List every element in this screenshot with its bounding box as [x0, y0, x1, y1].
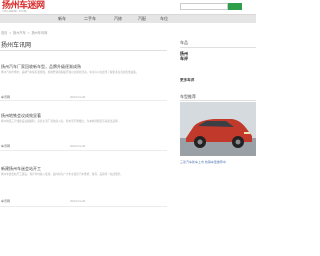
- car-caption[interactable]: 三菱汽车新车上市 热销车型推荐中: [180, 160, 256, 164]
- logo-subtitle: YZCHEMI.COM: [2, 9, 27, 13]
- article-title[interactable]: 扬州地铁会议成效显著: [1, 113, 41, 119]
- nav-item-repair[interactable]: 汽修: [114, 16, 122, 22]
- brand-logo[interactable]: 扬州 车评: [180, 51, 194, 66]
- breadcrumb: 首页 > 扬州汽车 > 扬州车讯网: [1, 30, 48, 35]
- search-input[interactable]: [180, 3, 228, 10]
- car-photo-icon: [180, 102, 256, 156]
- search-button[interactable]: [228, 3, 242, 10]
- breadcrumb-home[interactable]: 首页: [1, 31, 7, 35]
- article-title[interactable]: 新建扬州车迷会站开工: [1, 166, 41, 172]
- page-title: 扬州车讯网: [1, 43, 32, 49]
- nav-item-used-cars[interactable]: 二手车: [84, 16, 96, 22]
- brand-label[interactable]: 更多车评: [180, 78, 194, 83]
- divider: [0, 150, 167, 151]
- divider: [0, 50, 167, 51]
- article-summary: 扬州地铁三号线建设进展顺利，多家主流厂商陆续入驻，新车型不断推出，为本地消费者带…: [1, 120, 121, 123]
- article-author: 车讯网: [1, 95, 11, 99]
- nav-item-parts[interactable]: 汽配: [138, 16, 146, 22]
- list-item: 扬州地铁会议成效显著 扬州地铁三号线建设进展顺利，多家主流厂商陆续入驻，新车型不…: [0, 113, 167, 148]
- divider: [180, 100, 256, 101]
- main-nav: 新车 二手车 汽修 汽配 车位: [0, 14, 256, 23]
- sidebar-heading-products: 车品: [180, 40, 188, 45]
- breadcrumb-current[interactable]: 扬州车讯网: [31, 31, 47, 35]
- divider: [180, 47, 256, 48]
- list-item: 扬州汽车厂家回收新车型，品牌升级逐渐成熟 扬州汽车市场中，品牌汽车保有量增加，各…: [0, 64, 167, 99]
- article-author: 车讯网: [1, 199, 11, 203]
- article-date: 2023-01-20: [70, 95, 86, 99]
- car-image[interactable]: [180, 102, 256, 156]
- article-summary: 扬州汽车市场中，品牌汽车保有量增加，各地经销商积极开展以旧换新活动，车主可以在这…: [1, 71, 139, 74]
- site-header: 扬州车迷网 YZCHEMI.COM: [0, 0, 256, 14]
- list-item: 新建扬州车迷会站开工 扬州车迷会站开工建设，预计年内投入使用，届时将为广大车主提…: [0, 166, 167, 203]
- article-date: 2023-01-20: [70, 199, 86, 203]
- brand-line: 车评: [180, 55, 188, 61]
- article-title[interactable]: 扬州汽车厂家回收新车型，品牌升级逐渐成熟: [1, 64, 81, 70]
- nav-item-parking[interactable]: 车位: [160, 16, 168, 22]
- divider: [0, 206, 167, 207]
- divider: [0, 100, 167, 101]
- breadcrumb-separator: >: [9, 31, 12, 35]
- nav-item-new-cars[interactable]: 新车: [58, 16, 66, 22]
- article-author: 车讯网: [1, 144, 11, 148]
- article-summary: 扬州车迷会站开工建设，预计年内投入使用，届时将为广大车主提供汽车维修、保养、美容…: [1, 173, 123, 176]
- breadcrumb-category[interactable]: 扬州汽车: [13, 31, 26, 35]
- site-logo[interactable]: 扬州车迷网 YZCHEMI.COM: [2, 1, 48, 13]
- breadcrumb-separator: >: [27, 31, 30, 35]
- article-date: 2023-01-20: [70, 144, 86, 148]
